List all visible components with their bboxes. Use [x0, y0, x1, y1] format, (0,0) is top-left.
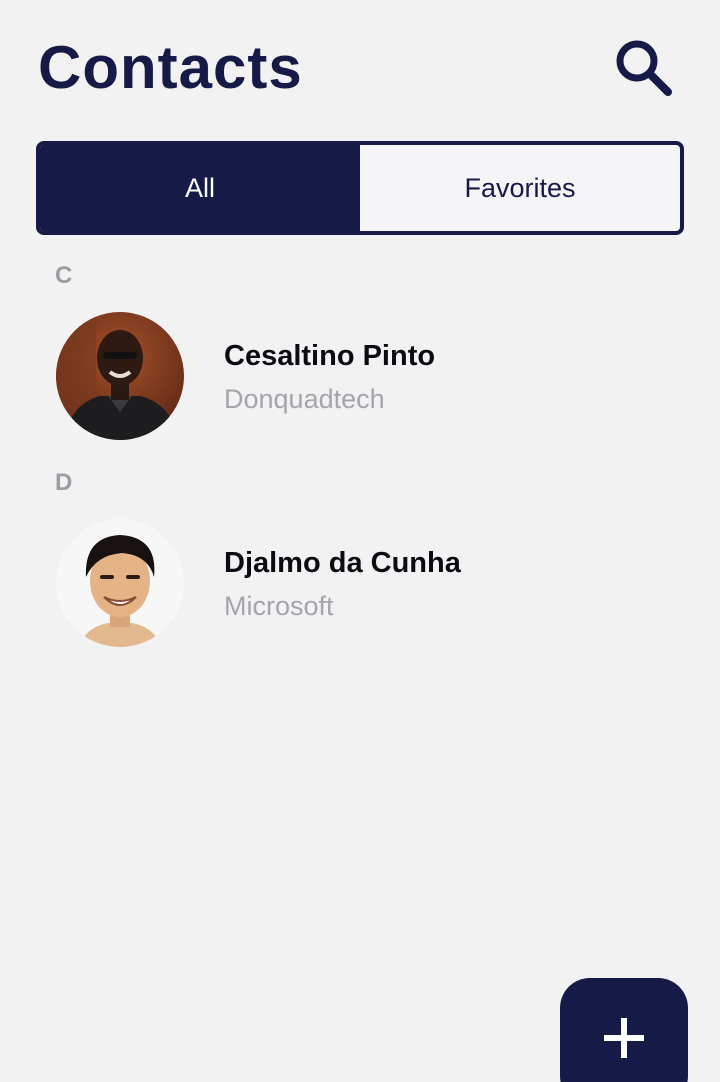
- search-button[interactable]: [606, 30, 682, 106]
- plus-icon: [604, 1018, 644, 1058]
- contact-company: Donquadtech: [224, 384, 385, 414]
- contact-avatar: [56, 312, 184, 440]
- search-icon: [616, 40, 672, 96]
- tab-all[interactable]: All: [40, 145, 360, 231]
- contact-name: Cesaltino Pinto: [224, 340, 436, 372]
- person-avatar-image: [56, 312, 184, 440]
- person-avatar-image: [56, 519, 184, 647]
- add-contact-button[interactable]: [560, 978, 688, 1082]
- contacts-screen: Contacts All Favorites C Cesaltino Pinto…: [0, 0, 720, 1082]
- section-header-c: C: [55, 262, 73, 289]
- contacts-filter-tabs: All Favorites: [36, 141, 684, 235]
- contact-avatar: [56, 519, 184, 647]
- section-header-d: D: [55, 469, 73, 496]
- contact-row-cesaltino-pinto[interactable]: Cesaltino Pinto Donquadtech: [0, 312, 720, 448]
- tab-favorites[interactable]: Favorites: [360, 145, 680, 231]
- contact-company: Microsoft: [224, 591, 334, 621]
- page-title: Contacts: [38, 34, 303, 101]
- contact-name: Djalmo da Cunha: [224, 547, 461, 579]
- contact-row-djalmo-da-cunha[interactable]: Djalmo da Cunha Microsoft: [0, 519, 720, 655]
